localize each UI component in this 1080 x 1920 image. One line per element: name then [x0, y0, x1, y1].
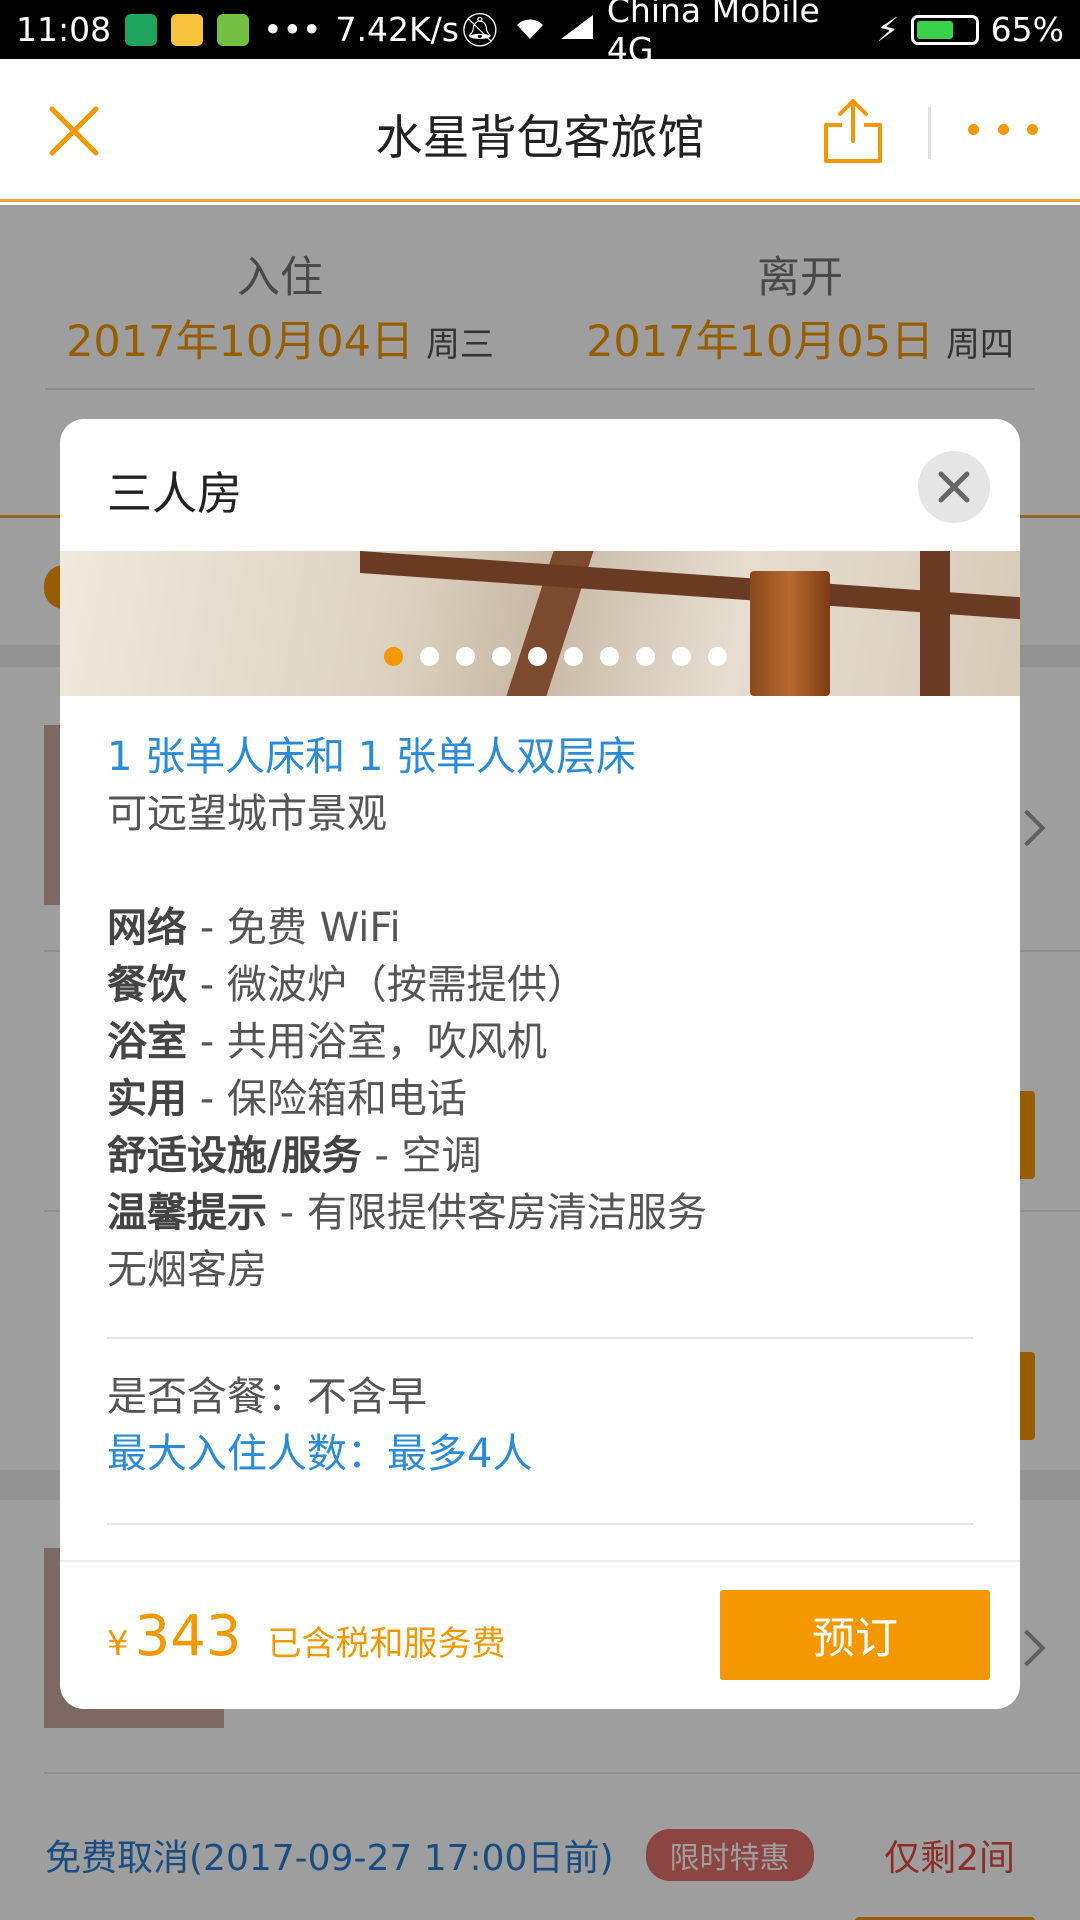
meal-info: 是否含餐：不含早 [107, 1374, 427, 1420]
divider [107, 1523, 973, 1525]
room-photo [920, 551, 950, 696]
currency-symbol: ¥ [107, 1624, 129, 1664]
amenity-category: 网络 [107, 905, 187, 951]
share-icon[interactable] [820, 95, 886, 167]
carousel-dot[interactable] [527, 647, 547, 666]
amenity-list: 网络 - 免费 WiFi 餐饮 - 微波炉（按需提供） 浴室 - 共用浴室，吹风机实… [107, 900, 973, 1242]
price-amount: 343 [134, 1604, 242, 1669]
room-view: 可远望城市景观 [107, 791, 387, 837]
carousel-dot[interactable] [671, 647, 691, 666]
amenity-value: - 保险箱和电话 [187, 1076, 467, 1122]
room-photo-carousel[interactable] [60, 551, 1020, 696]
carousel-dot[interactable] [563, 647, 583, 666]
amenity-category: 温馨提示 [107, 1190, 267, 1236]
dialog-header: 三人房 [60, 419, 1020, 551]
amenity-value: - 共用浴室，吹风机 [187, 1019, 547, 1065]
amenity-value: - 空调 [361, 1133, 482, 1179]
room-detail-dialog: 三人房 1 张单人床和 1 张单人双层床 可远望城市景观 网络 - 免费 WiF… [60, 419, 1020, 1709]
carousel-dot[interactable] [707, 647, 727, 666]
nonsmoking-note: 无烟客房 [107, 1247, 267, 1293]
amenity-row: 实用 - 保险箱和电话 [107, 1071, 973, 1128]
signal-icon [559, 10, 595, 49]
battery-percent: 65% [990, 10, 1064, 49]
close-icon [938, 471, 970, 503]
amenity-row: 温馨提示 - 有限提供客房清洁服务 [107, 1185, 973, 1242]
carousel-dot[interactable] [491, 647, 511, 666]
book-button[interactable]: 预订 [720, 1590, 990, 1680]
shield-icon [125, 13, 158, 46]
divider [928, 107, 931, 159]
wifi-icon [513, 10, 547, 49]
price: ¥ 343 已含税和服务费 [107, 1604, 506, 1669]
amenity-value: - 微波炉（按需提供） [187, 962, 587, 1008]
dialog-title: 三人房 [107, 467, 243, 520]
carousel-dot[interactable] [419, 647, 439, 666]
carousel-indicator [60, 647, 1020, 666]
amenity-row: 网络 - 免费 WiFi [107, 900, 973, 957]
carousel-dot[interactable] [455, 647, 475, 666]
carousel-dot[interactable] [635, 647, 655, 666]
network-speed: 7.42K/s [335, 10, 459, 49]
divider [107, 1337, 973, 1339]
app-bar: 水星背包客旅馆 [0, 59, 1080, 202]
max-guests: 最大入住人数：最多4人 [107, 1431, 533, 1477]
room-info: 1 张单人床和 1 张单人双层床 可远望城市景观 网络 - 免费 WiFi 餐饮 … [107, 729, 973, 1525]
bed-type: 1 张单人床和 1 张单人双层床 [107, 734, 637, 780]
more-notifications-icon: ••• [263, 10, 322, 49]
amenity-category: 实用 [107, 1076, 187, 1122]
amenity-row: 餐饮 - 微波炉（按需提供） [107, 957, 973, 1014]
room-photo [750, 571, 830, 696]
amenity-category: 舒适设施/服务 [107, 1133, 362, 1179]
page-title: 水星背包客旅馆 [375, 111, 705, 166]
status-bar: 11:08 ••• 7.42K/s 🔕︎ China Mobile 4G ⚡︎ … [0, 0, 1080, 69]
carousel-dot[interactable] [599, 647, 619, 666]
price-note: 已含税和服务费 [267, 1624, 506, 1664]
mute-icon: 🔕︎ [458, 9, 501, 49]
amenity-category: 浴室 [107, 1019, 187, 1065]
amenity-category: 餐饮 [107, 962, 187, 1008]
dialog-footer: ¥ 343 已含税和服务费 预订 [60, 1560, 1020, 1709]
charging-icon: ⚡︎ [876, 10, 900, 49]
dialog-close-button[interactable] [918, 451, 990, 523]
status-time: 11:08 [16, 10, 112, 49]
battery-saver-icon [217, 13, 250, 46]
more-icon[interactable] [968, 119, 1038, 139]
carousel-dot[interactable] [383, 647, 403, 666]
amenity-row: 浴室 - 共用浴室，吹风机 [107, 1014, 973, 1071]
battery-icon [911, 14, 979, 45]
amenity-value: - 有限提供客房清洁服务 [267, 1190, 707, 1236]
amenity-row: 舒适设施/服务 - 空调 [107, 1128, 973, 1185]
app-notification-icon [171, 13, 204, 46]
amenity-value: - 免费 WiFi [187, 905, 401, 951]
